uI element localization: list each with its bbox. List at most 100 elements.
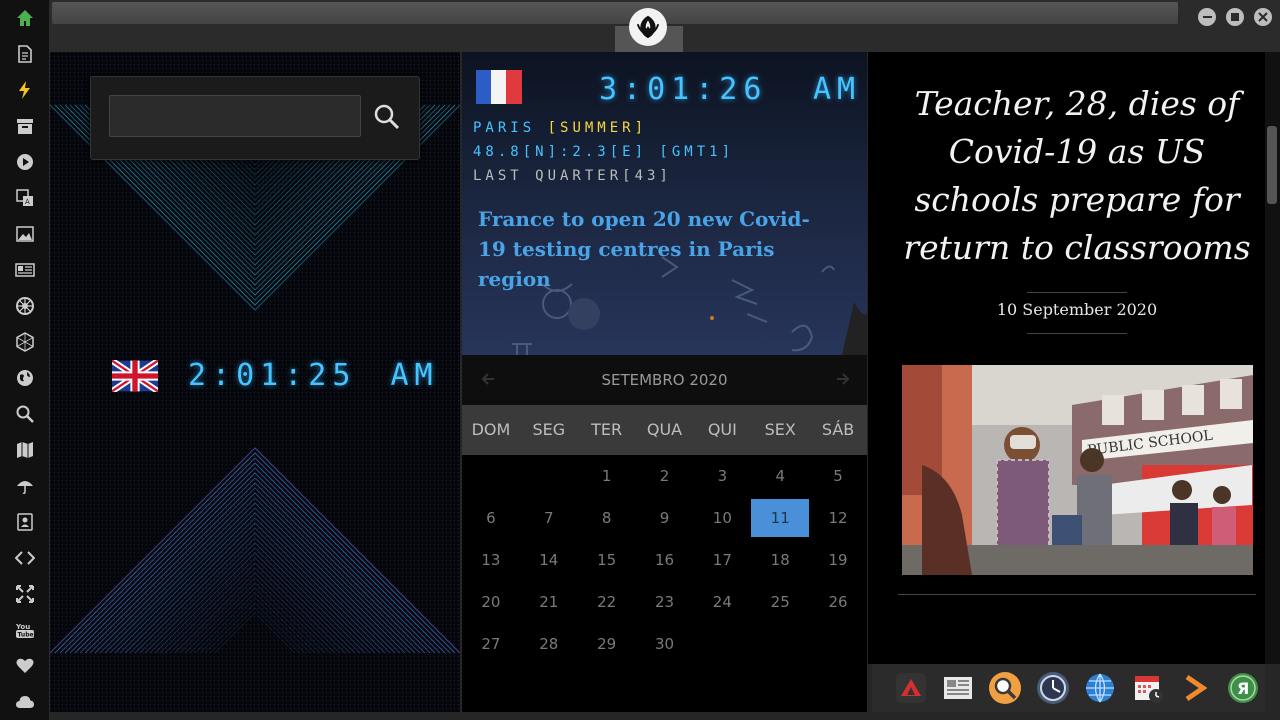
image-icon[interactable] [13, 222, 37, 246]
calendar-day[interactable]: 21 [520, 581, 578, 623]
yandex-app-icon[interactable]: Я [1226, 671, 1260, 705]
sidebar: A You Tube [0, 0, 50, 720]
search-input[interactable] [109, 95, 361, 137]
calendar-day[interactable]: 13 [462, 539, 520, 581]
svg-text:A: A [25, 198, 30, 206]
calendar-day[interactable]: 12 [809, 497, 867, 539]
calendar-day[interactable]: 22 [578, 581, 636, 623]
news-image[interactable]: PUBLIC SCHOOL [902, 365, 1253, 575]
hexagon-icon[interactable] [13, 330, 37, 354]
weekday-label: DOM [471, 420, 511, 439]
clock-app-icon[interactable] [1036, 671, 1070, 705]
calendar-day[interactable]: 19 [809, 539, 867, 581]
weekday-label: TER [591, 420, 623, 439]
search-button[interactable] [369, 99, 405, 135]
calendar-day[interactable]: 7 [520, 497, 578, 539]
search-app-icon[interactable] [988, 671, 1022, 705]
news-panel: Teacher, 28, dies of Covid-19 as US scho… [868, 52, 1265, 664]
magnifier-icon [374, 104, 400, 130]
document-icon[interactable] [13, 42, 37, 66]
map-icon[interactable] [13, 438, 37, 462]
uk-flag-icon [112, 359, 158, 392]
calendar-app-icon[interactable] [1131, 671, 1165, 705]
calendar: SETEMBRO 2020 DOM SEG TER QUA QUI SEX SÁB 1234… [462, 355, 867, 712]
paris-news-headline[interactable]: France to open 20 new Covid-19 testing c… [478, 204, 818, 294]
calendar-day[interactable]: 9 [636, 497, 694, 539]
paris-city: PARIS [473, 120, 536, 136]
calendar-empty-cell [462, 455, 520, 497]
calendar-day[interactable]: 4 [751, 455, 809, 497]
calendar-day[interactable]: 18 [751, 539, 809, 581]
news-app-icon[interactable] [941, 671, 975, 705]
calendar-day[interactable]: 1 [578, 455, 636, 497]
newspaper-icon[interactable] [13, 258, 37, 282]
calendar-day[interactable]: 27 [462, 623, 520, 665]
umbrella-icon[interactable] [13, 474, 37, 498]
close-button[interactable] [1254, 8, 1272, 26]
calendar-day[interactable]: 10 [693, 497, 751, 539]
calendar-day[interactable]: 28 [520, 623, 578, 665]
code-icon[interactable] [13, 546, 37, 570]
maximize-button[interactable] [1226, 8, 1244, 26]
paris-time: 3:01:26 [599, 72, 768, 107]
play-circle-icon[interactable] [13, 150, 37, 174]
search-icon[interactable] [13, 402, 37, 426]
empire-icon[interactable] [13, 294, 37, 318]
france-flag-icon [476, 70, 522, 104]
svg-text:Я: Я [1237, 679, 1249, 698]
calendar-day[interactable]: 2 [636, 455, 694, 497]
calendar-day[interactable]: 23 [636, 581, 694, 623]
weekday-label: SEX [764, 420, 796, 439]
weekday-label: QUA [646, 420, 683, 439]
heart-icon[interactable] [13, 654, 37, 678]
calendar-day[interactable]: 3 [693, 455, 751, 497]
app-window: A You Tube 2:01:25 AM 3:01:26 AM PARIS [… [0, 0, 1280, 720]
calendar-day[interactable]: 16 [636, 539, 694, 581]
calendar-day[interactable]: 17 [693, 539, 751, 581]
calendar-day[interactable]: 5 [809, 455, 867, 497]
calendar-day[interactable]: 29 [578, 623, 636, 665]
youtube-icon[interactable]: You Tube [13, 618, 37, 642]
weekday-label: SÁB [821, 420, 855, 439]
scrollbar-thumb[interactable] [1267, 126, 1277, 204]
contacts-icon[interactable] [13, 510, 37, 534]
rebel-alliance-icon[interactable] [629, 8, 667, 46]
calendar-day[interactable]: 24 [693, 581, 751, 623]
paris-coordinates: 48.8[N]:2.3[E] [GMT1] [473, 144, 735, 160]
address-bar[interactable] [52, 2, 1178, 24]
news-headline[interactable]: Teacher, 28, dies of Covid-19 as US scho… [892, 80, 1262, 272]
calendar-day-selected[interactable]: 11 [751, 499, 810, 537]
calendar-day[interactable]: 14 [520, 539, 578, 581]
weekday-label: SEG [532, 420, 566, 439]
arrow-app-icon[interactable] [894, 671, 928, 705]
cloud-icon[interactable] [13, 690, 37, 714]
translate-icon[interactable]: A [13, 186, 37, 210]
paris-meridiem: AM [813, 72, 862, 107]
calendar-day[interactable]: 6 [462, 497, 520, 539]
next-month-button[interactable] [831, 367, 855, 391]
london-meridiem: AM [390, 358, 439, 393]
london-clock: 2:01:25 AM [112, 358, 439, 393]
calendar-day[interactable]: 8 [578, 497, 636, 539]
calendar-day[interactable]: 26 [809, 581, 867, 623]
minimize-button[interactable] [1198, 8, 1216, 26]
home-icon[interactable] [13, 6, 37, 30]
news-date: 10 September 2020 [996, 300, 1158, 319]
forward-app-icon[interactable] [1178, 671, 1212, 705]
search-box [90, 76, 420, 160]
calendar-day[interactable]: 30 [636, 623, 694, 665]
calendar-day[interactable]: 25 [751, 581, 809, 623]
globe-icon[interactable] [13, 366, 37, 390]
expand-icon[interactable] [13, 582, 37, 606]
svg-text:You: You [15, 623, 30, 631]
lightning-icon[interactable] [13, 78, 37, 102]
calendar-empty-cell [520, 455, 578, 497]
weekday-label: QUI [707, 420, 737, 439]
globe-app-icon[interactable] [1083, 671, 1117, 705]
paris-header: 3:01:26 AM PARIS [SUMMER] 48.8[N]:2.3[E]… [462, 52, 867, 355]
calendar-day[interactable]: 20 [462, 581, 520, 623]
calendar-day[interactable]: 15 [578, 539, 636, 581]
app-dock: Я [872, 664, 1265, 712]
archive-icon[interactable] [13, 114, 37, 138]
calendar-title: SETEMBRO 2020 [601, 371, 728, 389]
